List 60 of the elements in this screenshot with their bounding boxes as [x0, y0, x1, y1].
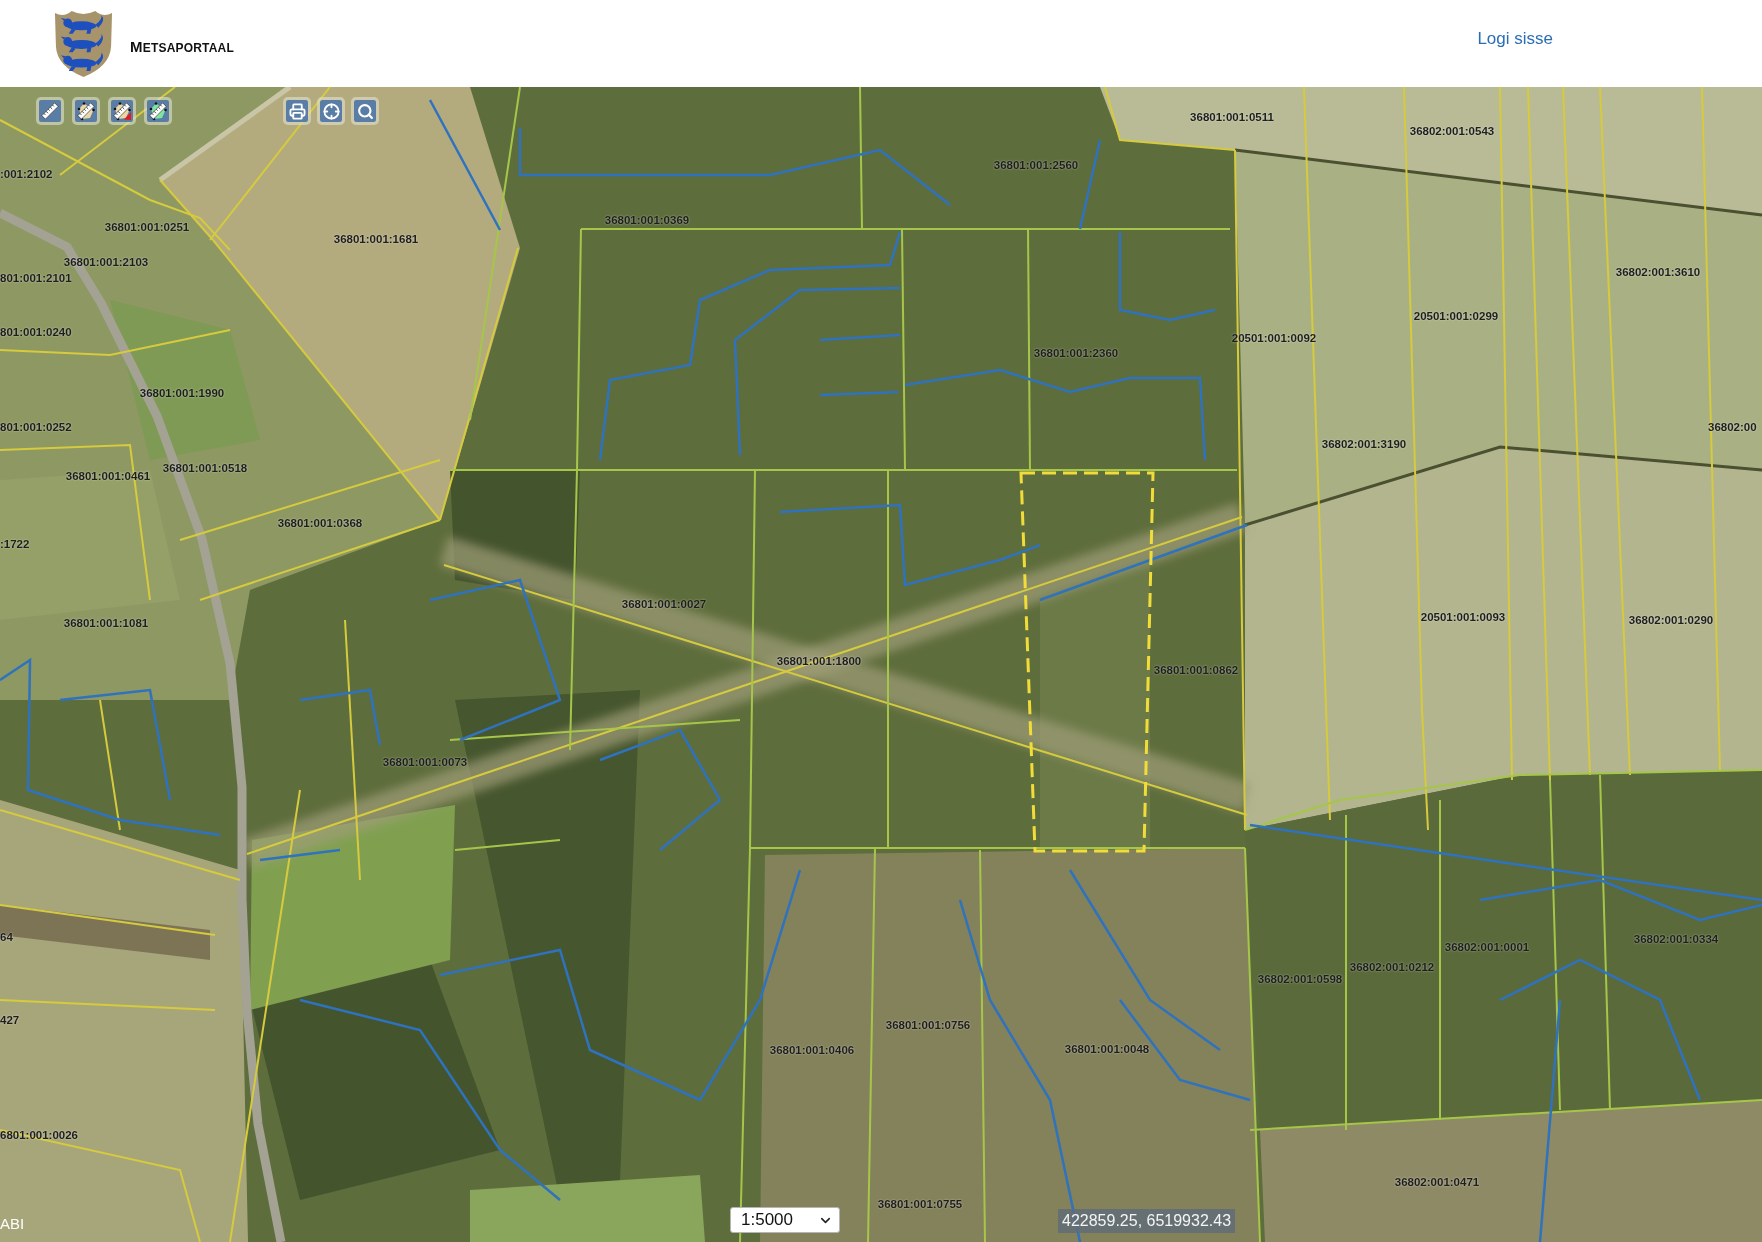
parcel-label: 36801:001:0756	[885, 1018, 971, 1032]
locate-button[interactable]	[317, 97, 345, 125]
parcel-label: 20501:001:0093	[1420, 610, 1506, 624]
parcel-label: 36801:001:1681	[333, 232, 419, 246]
search-icon	[356, 102, 374, 120]
parcel-label: 36801:001:0368	[277, 516, 363, 530]
parcel-label: 36801:001:1990	[139, 386, 225, 400]
parcel-label: 36801:001:0027	[621, 597, 707, 611]
parcel-label: 801:001:0240	[0, 325, 72, 339]
measure-area-button[interactable]	[72, 97, 100, 125]
parcel-label: 36802:00	[1708, 420, 1757, 434]
parcel-label: 36802:001:0001	[1444, 940, 1530, 954]
parcel-label: 36801:001:0511	[1190, 110, 1274, 124]
crosshair-icon	[322, 102, 340, 120]
parcel-label: 20501:001:0092	[1231, 331, 1317, 345]
shield-lions-logo	[52, 9, 115, 78]
ruler-polygon-corner-icon	[112, 101, 132, 121]
parcel-label: 36802:001:0471	[1394, 1175, 1480, 1189]
measure-distance-button[interactable]	[36, 97, 64, 125]
parcel-label: 36801:001:0073	[382, 755, 468, 769]
parcel-label: 801:001:2101	[0, 271, 72, 285]
parcel-label: 36801:001:0251	[104, 220, 190, 234]
parcel-label: 36801:001:2560	[993, 158, 1079, 172]
parcel-label: 36802:001:3610	[1615, 265, 1701, 279]
parcel-label: 36801:001:0406	[769, 1043, 855, 1057]
parcel-label: 36801:001:1800	[776, 654, 862, 668]
search-button[interactable]	[351, 97, 379, 125]
parcel-label: 20501:001:0299	[1413, 309, 1499, 323]
parcel-label: :001:2102	[0, 167, 53, 181]
parcel-label: 36801:001:0755	[877, 1197, 963, 1211]
parcel-label: 36801:001:0369	[604, 213, 690, 227]
scale-select[interactable]: 1:5000	[730, 1207, 840, 1233]
print-button[interactable]	[283, 97, 311, 125]
parcel-label: 36801:001:0048	[1064, 1042, 1150, 1056]
parcel-label: 64	[0, 930, 13, 944]
parcel-label: 36801:001:0862	[1153, 663, 1239, 677]
parcel-label: 36801:001:2103	[63, 255, 149, 269]
parcel-label: 36802:001:3190	[1321, 437, 1407, 451]
parcel-label: 36801:001:0461	[65, 469, 151, 483]
parcel-label: 36802:001:0212	[1349, 960, 1435, 974]
ruler-polygon-icon	[76, 101, 96, 121]
parcel-label: 36802:001:0290	[1628, 613, 1714, 627]
parcel-label: 36801:001:0518	[162, 461, 248, 475]
parcel-label: :1722	[0, 537, 30, 551]
print-icon	[288, 102, 306, 120]
site-title: METSAPORTAAL	[130, 38, 234, 55]
ruler-filled-polygon-icon	[148, 101, 168, 121]
login-link[interactable]: Logi sisse	[1477, 29, 1553, 49]
coordinates-readout: 422859.25, 6519932.43	[1058, 1209, 1236, 1233]
parcel-label: 801:001:0252	[0, 420, 72, 434]
ruler-icon	[40, 101, 60, 121]
parcel-label: 427	[0, 1013, 20, 1027]
clear-measurement-button[interactable]	[108, 97, 136, 125]
parcel-label: 6801:001:0026	[0, 1128, 78, 1142]
parcel-label: 36802:001:0543	[1409, 124, 1495, 138]
parcel-label: 36802:001:0598	[1257, 972, 1343, 986]
parcel-label: 36802:001:0334	[1633, 932, 1719, 946]
measure-filled-area-button[interactable]	[144, 97, 172, 125]
parcel-label: 36801:001:2360	[1033, 346, 1119, 360]
parcel-label: 36801:001:1081	[63, 616, 149, 630]
